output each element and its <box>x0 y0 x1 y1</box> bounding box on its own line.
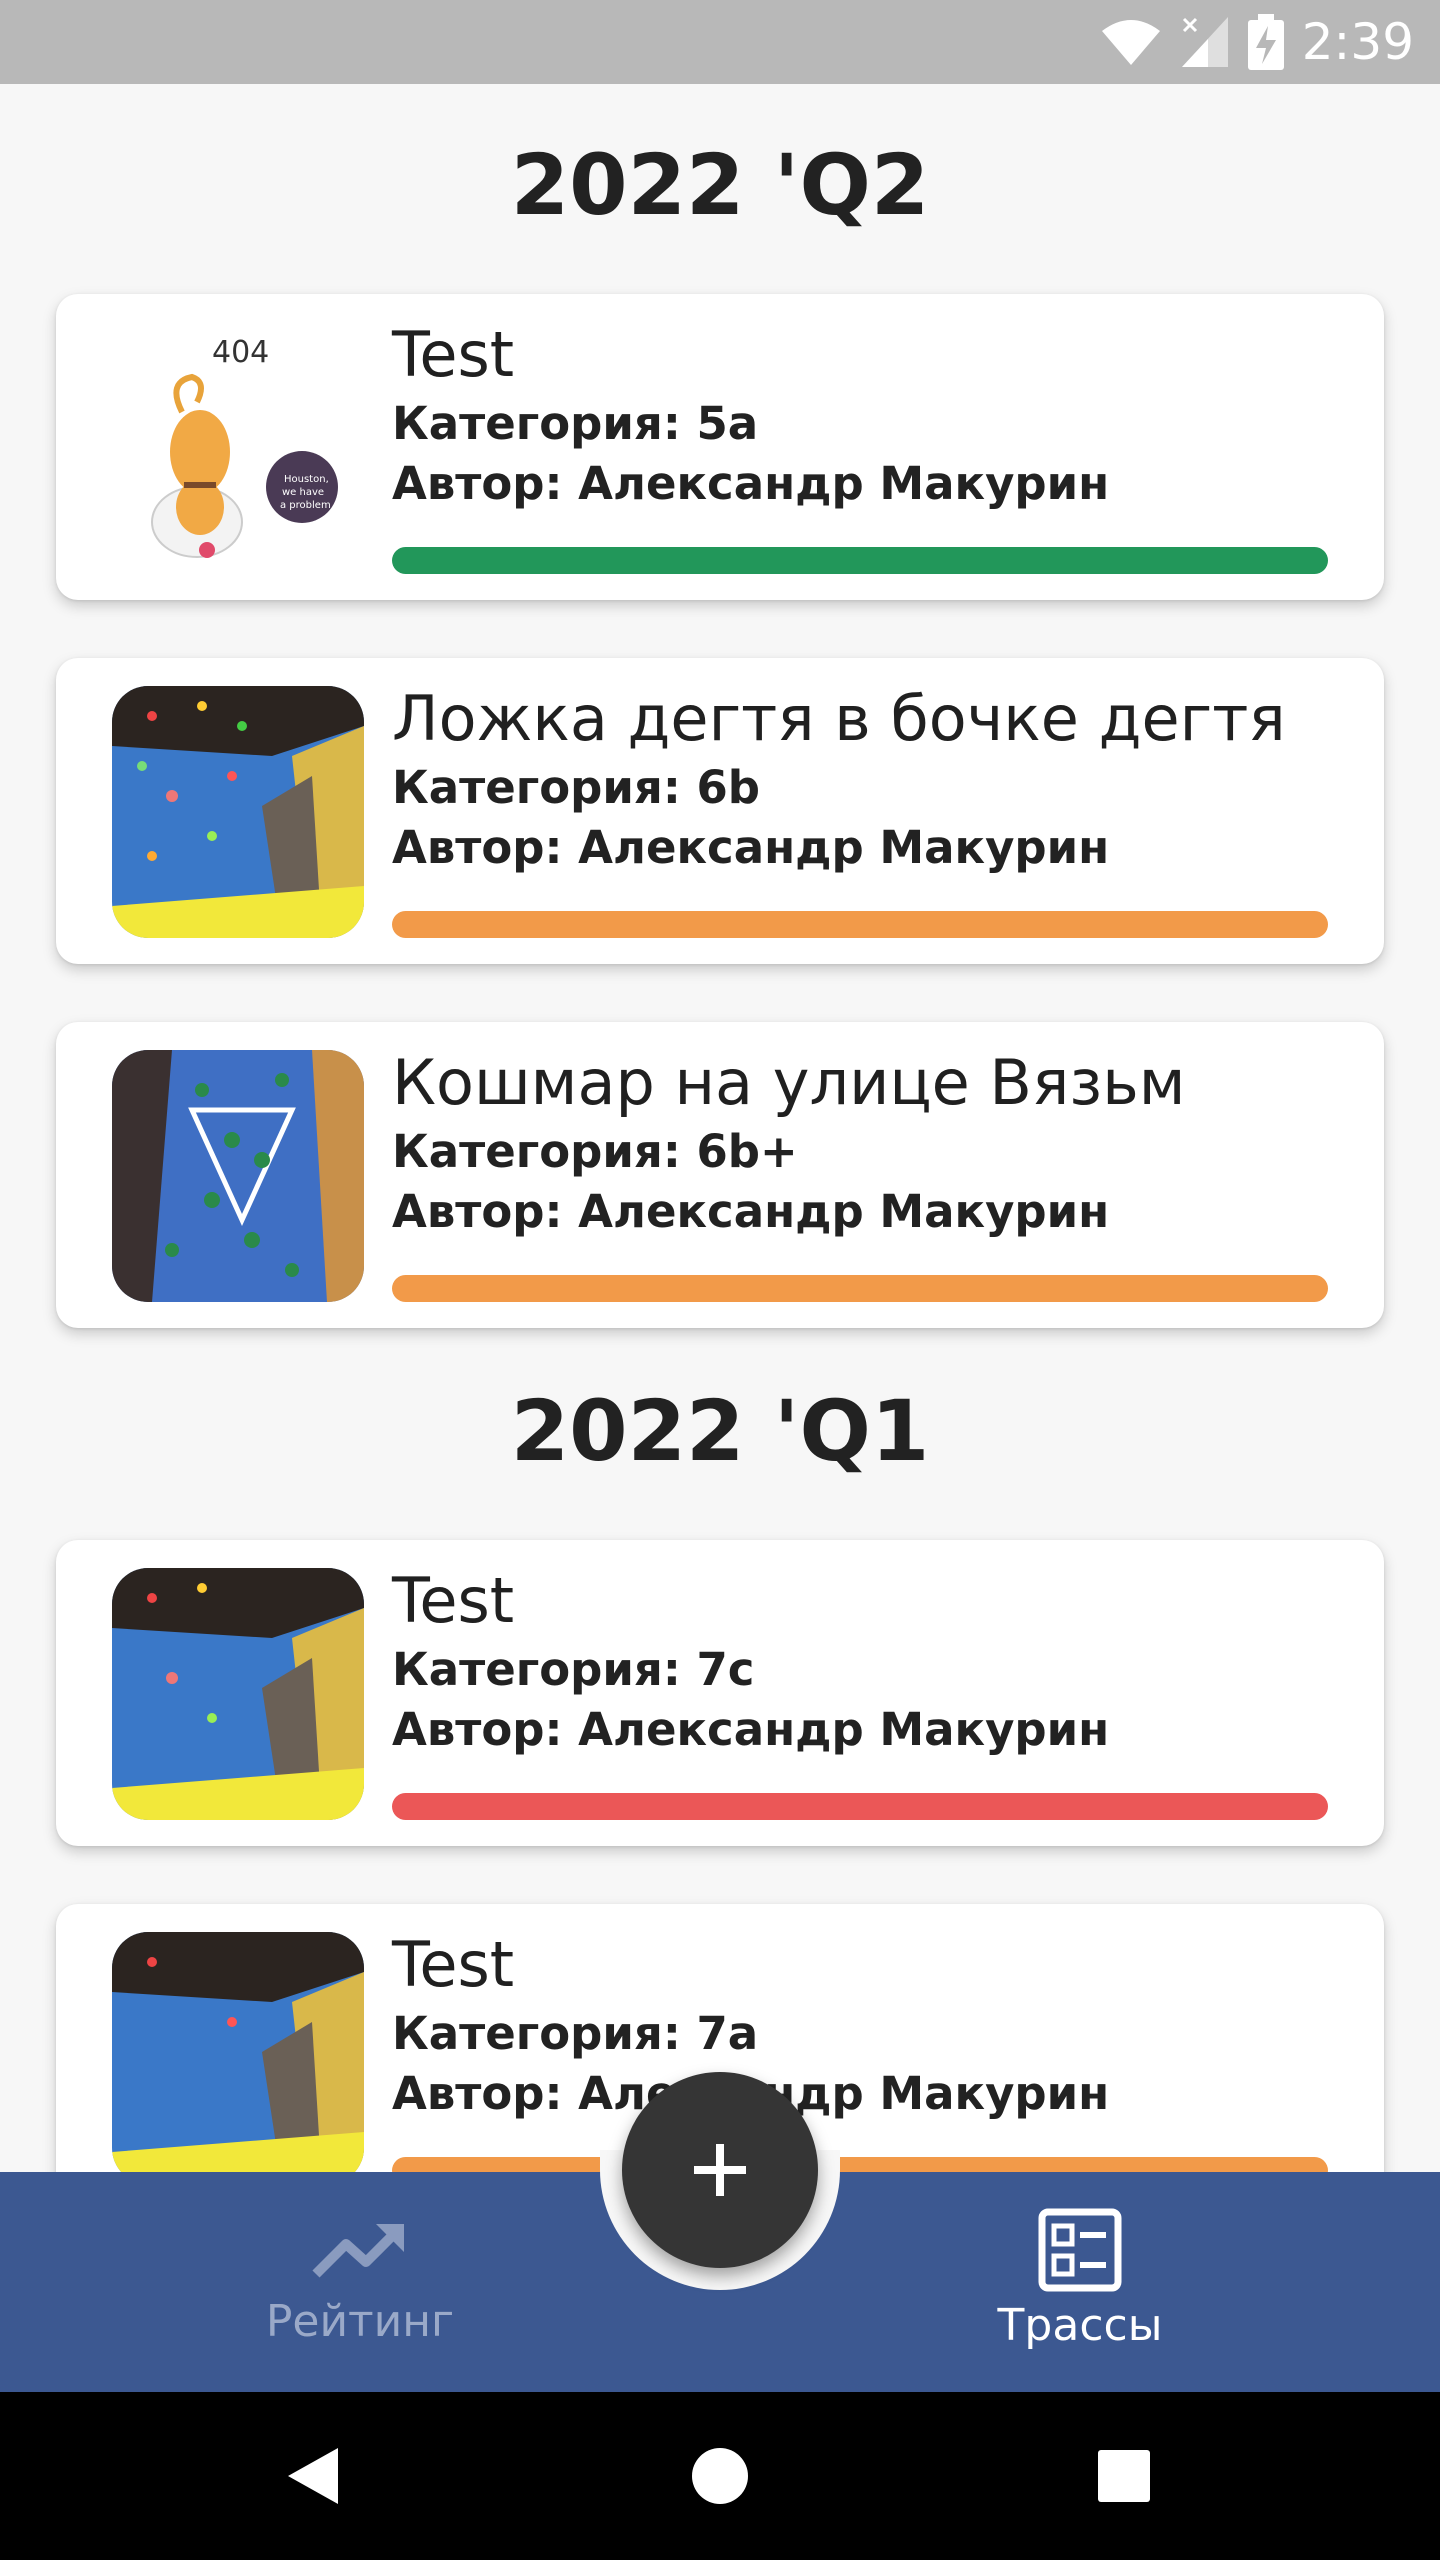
nav-label-routes: Трассы <box>997 2300 1163 2351</box>
route-status-bar <box>392 911 1328 938</box>
route-category: Категория: 6b <box>392 761 760 814</box>
route-card[interactable]: 404 Houston, we have a problem Test Кате… <box>56 294 1384 600</box>
route-card[interactable]: Кошмар на улице Вязьм Категория: 6b+ Авт… <box>56 1022 1384 1328</box>
route-card[interactable]: Test Категория: 7c Автор: Александр Маку… <box>56 1540 1384 1846</box>
status-bar: 2:39 <box>0 0 1440 84</box>
add-route-button[interactable] <box>622 2072 818 2268</box>
routes-list-icon <box>1038 2208 1122 2292</box>
climbing-wall-photo <box>112 1050 364 1302</box>
route-author: Автор: Александр Макурин <box>392 1703 1110 1756</box>
svg-text:a problem: a problem <box>280 500 331 511</box>
route-name: Test <box>392 1928 515 2001</box>
section-title-q2: 2022 'Q2 <box>510 136 930 234</box>
wifi-icon <box>1101 20 1160 65</box>
route-author: Автор: Александр Макурин <box>392 821 1110 874</box>
status-time: 2:39 <box>1301 13 1414 71</box>
route-status-bar <box>392 1793 1328 1820</box>
recents-icon[interactable] <box>1098 2450 1150 2502</box>
nav-label-rating: Рейтинг <box>265 2296 455 2347</box>
route-status-bar <box>392 1275 1328 1302</box>
system-navigation-bar <box>0 2392 1440 2560</box>
svg-text:Houston,: Houston, <box>284 474 329 485</box>
climbing-wall-photo <box>112 1568 364 1820</box>
svg-text:404: 404 <box>212 335 269 370</box>
404-cat-image: 404 Houston, we have a problem <box>112 322 364 574</box>
route-name: Кошмар на улице Вязьм <box>392 1046 1186 1119</box>
status-icons: 2:39 <box>1100 0 1414 84</box>
route-name: Test <box>392 1564 515 1637</box>
route-name: Test <box>392 318 515 391</box>
home-icon[interactable] <box>690 2446 750 2506</box>
route-category: Категория: 7c <box>392 1643 755 1696</box>
section-title-q1: 2022 'Q1 <box>510 1382 930 1480</box>
signal-icon <box>1181 17 1228 67</box>
battery-charging-icon <box>1247 14 1284 70</box>
svg-text:we have: we have <box>282 487 324 498</box>
plus-icon <box>694 2144 746 2196</box>
climbing-wall-photo <box>112 1932 364 2184</box>
route-author: Автор: Александр Макурин <box>392 2067 1110 2120</box>
route-author: Автор: Александр Макурин <box>392 1185 1110 1238</box>
nav-item-rating[interactable]: Рейтинг <box>230 2172 490 2392</box>
nav-item-routes[interactable]: Трассы <box>950 2172 1210 2392</box>
route-author: Автор: Александр Макурин <box>392 457 1110 510</box>
route-card[interactable]: Ложка дегтя в бочке дегтя Категория: 6b … <box>56 658 1384 964</box>
route-category: Категория: 7a <box>392 2007 759 2060</box>
route-status-bar <box>392 547 1328 574</box>
route-category: Категория: 6b+ <box>392 1125 798 1178</box>
climbing-wall-photo <box>112 686 364 938</box>
trending-up-icon <box>312 2224 404 2278</box>
route-name: Ложка дегтя в бочке дегтя <box>392 682 1286 755</box>
back-icon[interactable] <box>284 2444 344 2508</box>
route-category: Категория: 5a <box>392 397 759 450</box>
